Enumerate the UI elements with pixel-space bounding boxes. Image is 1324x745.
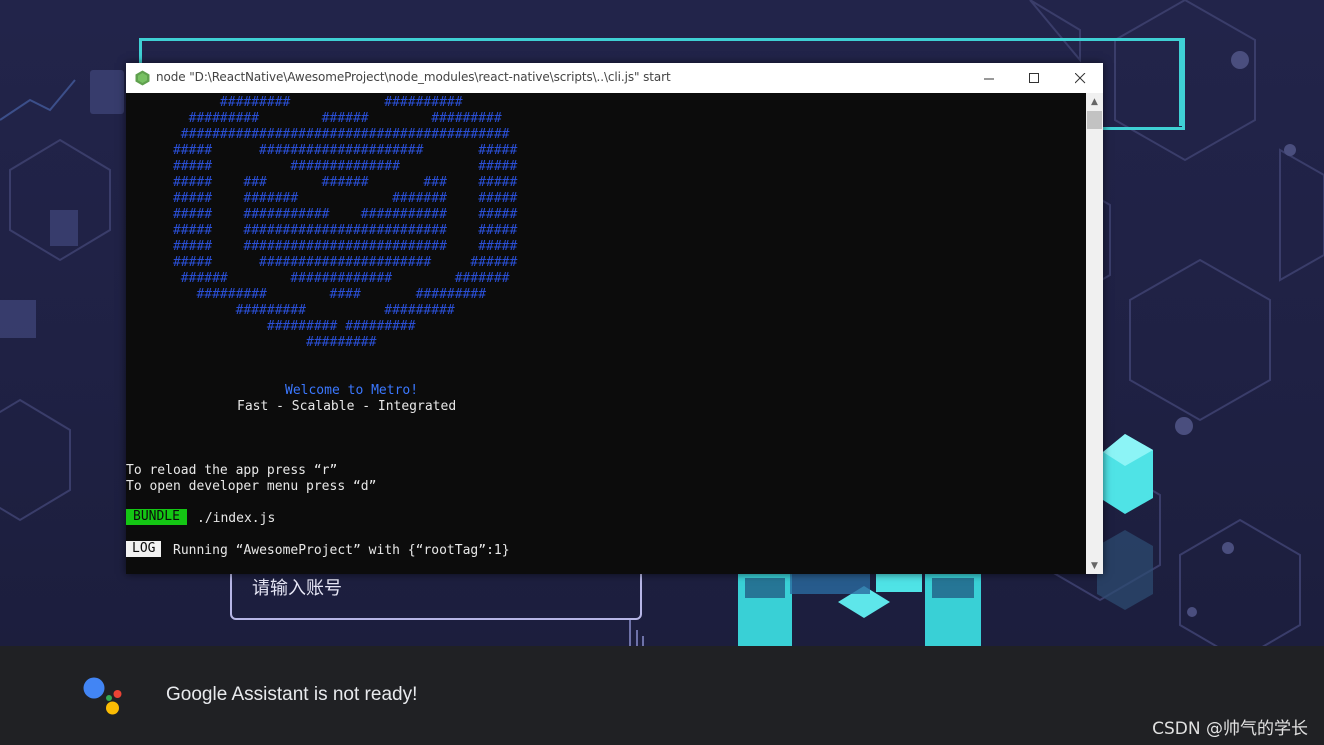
account-input-placeholder: 请输入账号 [252, 578, 342, 599]
scroll-up-icon[interactable]: ▲ [1086, 93, 1103, 110]
nodejs-icon [135, 70, 150, 86]
close-button[interactable] [1057, 63, 1103, 93]
cyan-frame-decoration-bottom [1103, 127, 1185, 130]
vertical-scrollbar[interactable]: ▲ ▼ [1086, 93, 1103, 574]
minimize-icon [983, 78, 994, 79]
console-window[interactable]: node "D:\ReactNative\AwesomeProject\node… [126, 63, 1103, 574]
scroll-down-icon[interactable]: ▼ [1086, 557, 1103, 574]
csdn-watermark: CSDN @帅气的学长 [1152, 719, 1308, 739]
log-badge: LOG [126, 541, 162, 557]
bundle-badge: BUNDLE [126, 509, 187, 525]
log-message: Running “AwesomeProject” with {“rootTag”… [173, 543, 510, 558]
devmenu-hint: To open developer menu press “d” [126, 479, 377, 494]
minimize-button[interactable] [966, 63, 1012, 93]
welcome-text: Welcome to Metro! [285, 383, 419, 398]
maximize-button[interactable] [1011, 63, 1057, 93]
maximize-icon [1028, 72, 1039, 83]
window-title: node "D:\ReactNative\AwesomeProject\node… [156, 70, 671, 84]
tagline-text: Fast - Scalable - Integrated [237, 399, 457, 414]
window-titlebar[interactable]: node "D:\ReactNative\AwesomeProject\node… [126, 63, 1103, 93]
terminal-output[interactable]: ######### ########## ######### ###### ##… [126, 93, 1086, 574]
bundle-file: ./index.js [197, 511, 276, 526]
close-icon [1074, 72, 1085, 83]
metro-ascii-logo: ######### ########## ######### ###### ##… [172, 95, 518, 350]
scrollbar-thumb[interactable] [1087, 111, 1102, 129]
google-assistant-icon [83, 677, 122, 715]
cyan-frame-decoration-right [1182, 38, 1185, 130]
assistant-message: Google Assistant is not ready! [166, 684, 418, 705]
reload-hint: To reload the app press “r” [126, 463, 338, 478]
